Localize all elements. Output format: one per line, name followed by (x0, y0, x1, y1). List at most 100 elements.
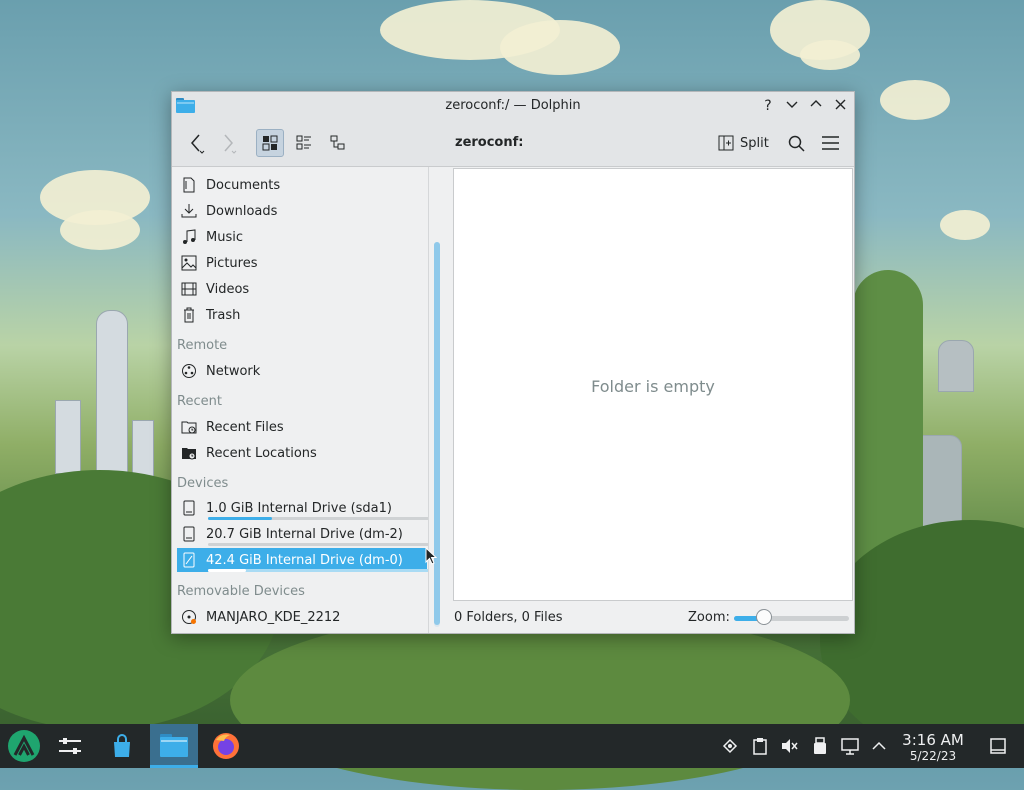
place-network[interactable]: Network (177, 359, 427, 383)
place-trash[interactable]: Trash (177, 303, 427, 327)
drive-icon (180, 499, 198, 517)
show-desktop-icon (990, 738, 1006, 754)
place-label: Trash (206, 307, 241, 323)
details-view-icon (330, 135, 345, 150)
place-videos[interactable]: Videos (177, 277, 427, 301)
capacity-fill (208, 569, 246, 572)
chevron-up-icon (810, 100, 822, 107)
compact-view-button[interactable] (290, 129, 318, 157)
place-label: Documents (206, 177, 281, 193)
place-label: Videos (206, 281, 250, 297)
section-removable-heading: Removable Devices (177, 584, 305, 599)
hamburger-menu-icon (821, 136, 839, 150)
place-label: Network (206, 363, 261, 379)
zoom-label: Zoom: (688, 610, 730, 625)
zoom-slider-handle[interactable] (755, 609, 772, 625)
device-dm-2[interactable]: 20.7 GiB Internal Drive (dm-2) (177, 522, 429, 546)
trash-icon (180, 306, 198, 324)
removable-device-icon[interactable] (810, 736, 830, 756)
videos-icon (180, 280, 198, 298)
clipboard-icon[interactable] (750, 736, 770, 756)
menu-button[interactable] (816, 129, 844, 157)
dolphin-window: zeroconf:/ — Dolphin ? zeroconf: Split D… (171, 91, 855, 634)
folder-icon (160, 733, 188, 757)
documents-icon (180, 176, 198, 194)
clock-date[interactable]: 5/22/23 (896, 749, 970, 763)
device-dm-0[interactable]: 42.4 GiB Internal Drive (dm-0) (177, 548, 429, 572)
close-button[interactable] (830, 96, 850, 116)
icons-view-icon (262, 135, 278, 151)
shopping-bag-icon (114, 734, 130, 757)
close-icon (835, 99, 845, 110)
split-button[interactable]: Split (718, 129, 769, 157)
capacity-bar (208, 543, 429, 546)
search-icon (788, 135, 805, 152)
location-breadcrumb[interactable]: zeroconf: (455, 135, 523, 150)
software-store-task[interactable] (98, 724, 146, 768)
section-devices-heading: Devices (177, 476, 229, 491)
mouse-cursor-icon (425, 547, 437, 565)
minimize-button[interactable] (782, 96, 802, 116)
status-text: 0 Folders, 0 Files (454, 610, 563, 625)
place-recent-locations[interactable]: Recent Locations (177, 441, 427, 465)
taskbar: 3:16 AM 5/22/23 (0, 724, 1024, 768)
place-downloads[interactable]: Downloads (177, 199, 427, 223)
dolphin-task[interactable] (150, 724, 198, 768)
places-panel: Documents Downloads Music Pictures Video… (172, 167, 429, 633)
manjaro-logo-icon (8, 730, 40, 762)
clock-time[interactable]: 3:16 AM (896, 731, 970, 749)
empty-folder-message: Folder is empty (591, 377, 715, 396)
device-label: MANJARO_KDE_2212 (206, 609, 341, 625)
app-launcher-button[interactable] (0, 724, 48, 768)
network-wired-icon[interactable] (840, 736, 860, 756)
firefox-task[interactable] (202, 724, 250, 768)
kde-connect-icon[interactable] (720, 736, 740, 756)
place-label: Downloads (206, 203, 278, 219)
chevron-down-icon (786, 101, 798, 108)
place-label: Recent Files (206, 419, 284, 435)
optical-disc-icon (180, 608, 198, 626)
forward-arrow-icon (224, 134, 237, 154)
help-button[interactable]: ? (758, 96, 778, 116)
downloads-icon (180, 202, 198, 220)
drive-icon (180, 551, 198, 569)
device-sda1[interactable]: 1.0 GiB Internal Drive (sda1) (177, 496, 429, 520)
network-icon (180, 362, 198, 380)
split-icon (718, 135, 734, 151)
show-hidden-icons-chevron-icon[interactable] (869, 736, 889, 756)
window-title: zeroconf:/ — Dolphin (445, 98, 581, 113)
place-label: Recent Locations (206, 445, 317, 461)
place-label: Pictures (206, 255, 258, 271)
icons-view-button[interactable] (256, 129, 284, 157)
place-documents[interactable]: Documents (177, 173, 427, 197)
place-pictures[interactable]: Pictures (177, 251, 427, 275)
back-button[interactable] (182, 129, 210, 157)
capacity-fill (208, 517, 273, 520)
forward-button[interactable] (214, 129, 242, 157)
place-music[interactable]: Music (177, 225, 427, 249)
show-desktop-button[interactable] (988, 736, 1008, 756)
file-view[interactable]: Folder is empty (453, 168, 853, 601)
pictures-icon (180, 254, 198, 272)
details-view-button[interactable] (324, 129, 352, 157)
device-label: 1.0 GiB Internal Drive (sda1) (206, 500, 392, 516)
system-settings-task[interactable] (46, 724, 94, 768)
section-recent-heading: Recent (177, 394, 222, 409)
recent-locations-icon (180, 444, 198, 462)
capacity-bar (208, 569, 429, 572)
recent-files-icon (180, 418, 198, 436)
music-icon (180, 228, 198, 246)
maximize-button[interactable] (806, 96, 826, 116)
search-button[interactable] (782, 129, 810, 157)
capacity-bar (208, 517, 429, 520)
removable-manjaro[interactable]: MANJARO_KDE_2212 (177, 605, 427, 629)
device-label: 20.7 GiB Internal Drive (dm-2) (206, 526, 403, 542)
toolbar: zeroconf: Split (172, 120, 854, 167)
places-scrollbar-thumb[interactable] (434, 242, 440, 625)
drive-icon (180, 525, 198, 543)
device-label: 42.4 GiB Internal Drive (dm-0) (206, 552, 403, 568)
title-bar[interactable]: zeroconf:/ — Dolphin ? (172, 92, 854, 120)
volume-muted-icon[interactable] (779, 736, 799, 756)
place-recent-files[interactable]: Recent Files (177, 415, 427, 439)
compact-view-icon (296, 135, 311, 150)
